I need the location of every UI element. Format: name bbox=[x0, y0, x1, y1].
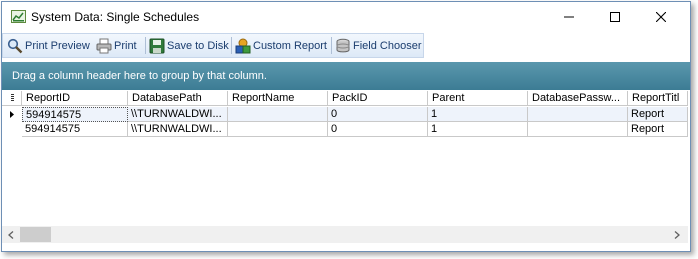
column-header[interactable]: PackID bbox=[328, 91, 428, 106]
maximize-icon bbox=[610, 12, 620, 22]
column-header[interactable]: ReportTitl bbox=[628, 91, 688, 106]
table-cell[interactable]: 0 bbox=[328, 107, 428, 122]
table-cell[interactable] bbox=[528, 122, 628, 137]
report-shapes-icon bbox=[235, 38, 251, 53]
table-row[interactable]: 594914575 \\TURNWALDWI... 0 1 Report bbox=[2, 107, 688, 122]
print-label: Print bbox=[114, 39, 137, 52]
chart-icon bbox=[11, 10, 26, 23]
custom-report-button[interactable]: Custom Report bbox=[235, 34, 327, 57]
printer-icon bbox=[96, 38, 112, 53]
custom-report-label: Custom Report bbox=[253, 39, 327, 52]
column-header[interactable]: DatabasePath bbox=[128, 91, 228, 106]
minimize-icon bbox=[564, 16, 574, 18]
table-cell[interactable]: 594914575 bbox=[22, 122, 128, 137]
group-by-panel[interactable]: Drag a column header here to group by th… bbox=[2, 62, 690, 90]
table-cell[interactable]: 1 bbox=[428, 122, 528, 137]
data-grid: ReportID DatabasePath ReportName PackID … bbox=[2, 90, 688, 224]
row-selector[interactable] bbox=[2, 107, 20, 122]
grid-header-row: ReportID DatabasePath ReportName PackID … bbox=[2, 91, 688, 107]
title-bar[interactable]: System Data: Single Schedules bbox=[2, 2, 690, 32]
column-chooser-icon bbox=[11, 94, 14, 101]
table-cell[interactable]: 1 bbox=[428, 107, 528, 122]
print-preview-label: Print Preview bbox=[25, 39, 90, 52]
maximize-button[interactable] bbox=[592, 2, 638, 32]
minimize-button[interactable] bbox=[546, 2, 592, 32]
magnifier-icon bbox=[7, 38, 23, 53]
toolbar-divider bbox=[331, 37, 332, 54]
window-title: System Data: Single Schedules bbox=[31, 10, 200, 24]
print-button[interactable]: Print bbox=[96, 34, 137, 57]
toolbar-divider bbox=[145, 37, 146, 54]
chevron-right-icon bbox=[674, 230, 680, 239]
scroll-left-button[interactable] bbox=[5, 229, 17, 240]
table-cell[interactable]: \\TURNWALDWI... bbox=[128, 107, 228, 122]
column-header[interactable]: ReportName bbox=[228, 91, 328, 106]
table-cell[interactable] bbox=[528, 107, 628, 122]
column-header[interactable]: ReportID bbox=[22, 91, 128, 106]
field-chooser-button[interactable]: Field Chooser bbox=[335, 34, 421, 57]
table-cell[interactable] bbox=[228, 122, 328, 137]
row-selector-header[interactable] bbox=[2, 91, 22, 106]
table-cell[interactable]: 594914575 bbox=[22, 107, 128, 122]
scroll-right-button[interactable] bbox=[671, 229, 683, 240]
horizontal-scrollbar[interactable] bbox=[2, 226, 688, 243]
scroll-thumb[interactable] bbox=[20, 227, 51, 242]
column-header[interactable]: Parent bbox=[428, 91, 528, 106]
save-to-disk-button[interactable]: Save to Disk bbox=[149, 34, 229, 57]
toolbar-divider bbox=[231, 37, 232, 54]
table-cell[interactable]: Report bbox=[628, 107, 688, 122]
app-window: System Data: Single Schedules Print Prev… bbox=[1, 1, 691, 252]
print-preview-button[interactable]: Print Preview bbox=[7, 34, 90, 57]
close-icon bbox=[656, 12, 666, 22]
table-cell[interactable]: Report bbox=[628, 122, 688, 137]
toolbar: Print Preview Print Save to Disk Custom … bbox=[2, 33, 424, 58]
table-cell[interactable]: \\TURNWALDWI... bbox=[128, 122, 228, 137]
table-cell[interactable] bbox=[228, 107, 328, 122]
field-chooser-icon bbox=[336, 38, 350, 52]
current-row-arrow-icon bbox=[10, 111, 14, 118]
table-row[interactable]: 594914575 \\TURNWALDWI... 0 1 Report bbox=[2, 122, 688, 137]
table-cell[interactable]: 0 bbox=[328, 122, 428, 137]
column-header[interactable]: DatabasePassw... bbox=[528, 91, 628, 106]
chevron-left-icon bbox=[8, 230, 14, 239]
group-by-hint: Drag a column header here to group by th… bbox=[12, 70, 267, 82]
save-to-disk-label: Save to Disk bbox=[167, 39, 229, 52]
floppy-disk-icon bbox=[149, 38, 165, 53]
row-selector[interactable] bbox=[2, 122, 20, 137]
field-chooser-label: Field Chooser bbox=[353, 39, 422, 52]
close-button[interactable] bbox=[638, 2, 684, 32]
